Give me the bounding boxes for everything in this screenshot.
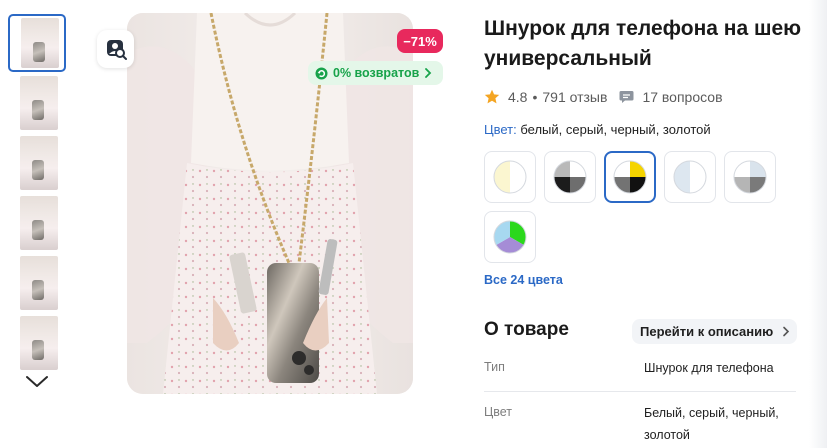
spec-value-color-line1: Белый, серый, черный,	[644, 406, 779, 420]
color-swatch-circle	[553, 160, 587, 194]
color-swatch-circle	[493, 220, 527, 254]
thumbnail-4[interactable]	[11, 196, 63, 250]
thumbnail-1[interactable]	[8, 14, 66, 72]
star-icon	[484, 89, 500, 104]
color-swatch-yellow-black-gray[interactable]	[604, 151, 656, 203]
thumbnail-image	[20, 136, 58, 190]
thumbnail-image	[20, 316, 58, 370]
color-swatch-circle	[493, 160, 527, 194]
chat-bubble-icon	[619, 91, 634, 103]
rating-row[interactable]: 4.8 • 791 отзыв 17 вопросов	[484, 87, 723, 107]
returns-label: 0% возвратов	[333, 66, 420, 80]
returns-badge[interactable]: 0% возвратов	[308, 61, 443, 85]
product-title: Шнурок для телефона на шею универсальный	[484, 17, 802, 70]
color-swatch-circle	[733, 160, 767, 194]
edge-shadow	[809, 0, 827, 448]
spec-key-type: Тип	[484, 360, 505, 374]
swatch-segment	[674, 161, 690, 193]
color-swatch-gray-blue[interactable]	[724, 151, 776, 203]
spec-value-color-line2: золотой	[644, 428, 690, 442]
color-value: белый, серый, черный, золотой	[520, 122, 711, 137]
chevron-right-icon	[425, 68, 432, 78]
reviews-count[interactable]: 791 отзыв	[542, 89, 607, 105]
thumbnail-image	[20, 256, 58, 310]
thumbnail-image	[20, 76, 58, 130]
color-label: Цвет:	[484, 122, 517, 137]
swatch-segment	[510, 161, 526, 193]
thumbnail-image	[21, 18, 59, 68]
goto-description-label: Перейти к описанию	[640, 324, 774, 339]
thumbnail-3[interactable]	[11, 136, 63, 190]
color-swatch-white-cream[interactable]	[484, 151, 536, 203]
chevron-right-icon	[783, 326, 790, 337]
color-swatch-circle	[673, 160, 707, 194]
thumbnail-5[interactable]	[11, 256, 63, 310]
chevron-down-icon[interactable]	[24, 372, 50, 390]
color-swatch-green-lilac-blue[interactable]	[484, 211, 536, 263]
rating-separator: •	[532, 89, 538, 105]
thumbnail-6[interactable]	[11, 316, 63, 370]
goto-description-button[interactable]: Перейти к описанию	[632, 319, 798, 344]
spec-key-color: Цвет	[484, 405, 513, 419]
color-swatch-light-blue[interactable]	[664, 151, 716, 203]
discount-badge: −71%	[397, 29, 443, 53]
swatch-segment	[690, 161, 706, 193]
color-label-row: Цвет: белый, серый, черный, золотой	[484, 122, 711, 137]
color-swatch-circle	[613, 160, 647, 194]
return-arrow-icon	[315, 67, 328, 79]
questions-count[interactable]: 17 вопросов	[642, 89, 722, 105]
thumbnail-2[interactable]	[11, 76, 63, 130]
color-swatch-white-gray-black[interactable]	[544, 151, 596, 203]
thumbnail-image	[20, 196, 58, 250]
all-colors-link[interactable]: Все 24 цвета	[484, 273, 563, 287]
swatch-segment	[494, 161, 510, 193]
about-heading: О товаре	[484, 319, 569, 340]
spec-value-color: Белый, серый, черный, золотой	[644, 402, 804, 446]
spec-divider	[484, 391, 796, 392]
spec-value-type: Шнурок для телефона	[644, 361, 774, 375]
rating-value: 4.8	[508, 89, 528, 105]
image-search-icon[interactable]	[97, 30, 134, 68]
